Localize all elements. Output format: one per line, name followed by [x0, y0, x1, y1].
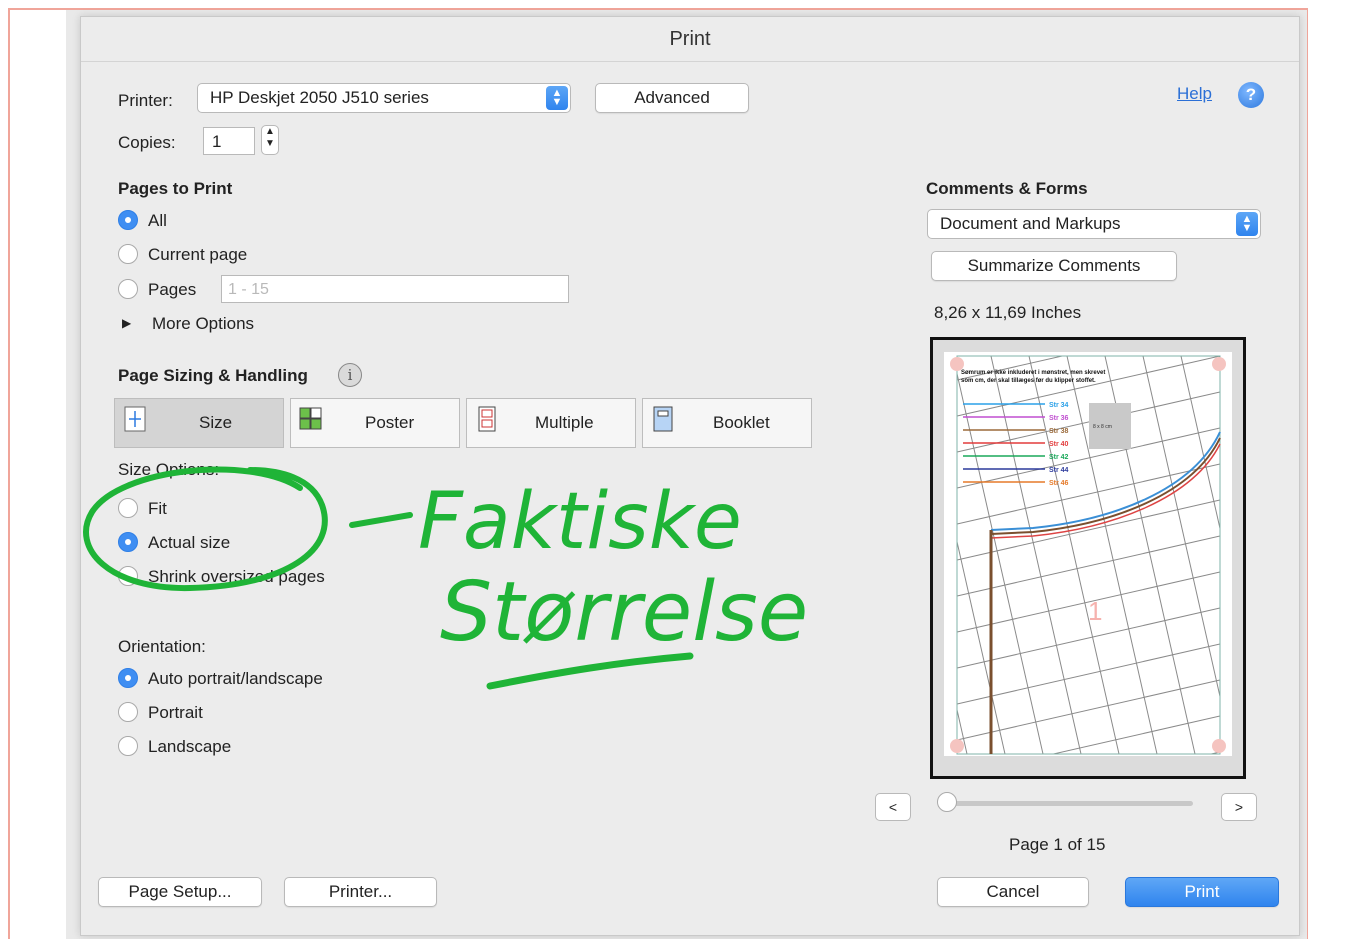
corner-mark — [1212, 739, 1226, 753]
page-preview: Sømrum er ikke inkluderet i mønstret, me… — [930, 337, 1246, 779]
booklet-icon — [653, 406, 673, 432]
help-icon[interactable]: ? — [1238, 82, 1264, 108]
preview-text-line1: Sømrum er ikke inkluderet i mønstret, me… — [961, 370, 1105, 376]
radio-shrink-oversized-label: Shrink oversized pages — [148, 567, 325, 586]
tab-booklet[interactable]: Booklet — [642, 398, 812, 448]
tab-multiple-label: Multiple — [535, 413, 594, 432]
page-slider-knob[interactable] — [937, 792, 957, 812]
paper-size-text: 8,26 x 11,69 Inches — [934, 303, 1082, 322]
pages-to-print-heading: Pages to Print — [118, 179, 233, 198]
multiple-icon — [478, 406, 496, 432]
info-icon[interactable]: i — [338, 363, 362, 387]
copies-label: Copies: — [118, 133, 176, 152]
radio-fit[interactable] — [118, 498, 138, 518]
tab-booklet-label: Booklet — [713, 413, 770, 432]
page-indicator: Page 1 of 15 — [1009, 835, 1106, 854]
radio-shrink-oversized[interactable] — [118, 566, 138, 586]
page-slider-track[interactable] — [943, 801, 1193, 806]
radio-fit-label: Fit — [148, 499, 167, 518]
radio-auto-orientation[interactable] — [118, 668, 138, 688]
radio-portrait-label: Portrait — [148, 703, 203, 722]
legend-label: Str 46 — [1049, 480, 1069, 487]
chevron-updown-icon: ▲ ▼ — [1236, 212, 1258, 236]
size-icon — [124, 406, 146, 432]
chevron-updown-icon: ▲ ▼ — [546, 86, 568, 110]
printer-label: Printer: — [118, 91, 173, 110]
tab-poster-label: Poster — [365, 413, 415, 432]
printer-select[interactable]: HP Deskjet 2050 J510 series ▲ ▼ — [197, 83, 571, 113]
next-page-button[interactable]: > — [1221, 793, 1257, 821]
comments-forms-heading: Comments & Forms — [926, 179, 1088, 198]
more-options-label[interactable]: More Options — [152, 314, 254, 334]
tab-size-label: Size — [199, 413, 233, 432]
radio-actual-size[interactable] — [118, 532, 138, 552]
advanced-button[interactable]: Advanced — [595, 83, 749, 113]
pages-range-placeholder: 1 - 15 — [228, 281, 269, 298]
legend-label: Str 40 — [1049, 441, 1069, 448]
printer-button[interactable]: Printer... — [284, 877, 437, 907]
legend-label: Str 42 — [1049, 454, 1069, 461]
print-button[interactable]: Print — [1125, 877, 1279, 907]
summarize-comments-button[interactable]: Summarize Comments — [931, 251, 1177, 281]
radio-portrait[interactable] — [118, 702, 138, 722]
comments-forms-select[interactable]: Document and Markups ▲ ▼ — [927, 209, 1261, 239]
page-setup-button[interactable]: Page Setup... — [98, 877, 262, 907]
poster-icon — [299, 407, 322, 430]
dialog-title: Print — [81, 17, 1299, 62]
prev-page-button[interactable]: < — [875, 793, 911, 821]
radio-pages-label: Pages — [148, 280, 197, 299]
tab-multiple[interactable]: Multiple — [466, 398, 636, 448]
printer-select-value: HP Deskjet 2050 J510 series — [210, 88, 429, 107]
comments-forms-value: Document and Markups — [940, 214, 1121, 233]
tab-size[interactable]: Size — [114, 398, 284, 448]
radio-pages[interactable] — [118, 279, 138, 299]
corner-mark — [1212, 357, 1226, 371]
corner-mark — [950, 357, 964, 371]
legend-label: Str 34 — [1049, 402, 1069, 409]
radio-all-label: All — [148, 211, 167, 230]
page-sizing-heading: Page Sizing & Handling — [118, 366, 308, 385]
legend-label: Str 36 — [1049, 415, 1069, 422]
preview-page: Sømrum er ikke inkluderet i mønstret, me… — [944, 352, 1232, 756]
scale-box-label: 8 x 8 cm — [1093, 424, 1112, 430]
copies-stepper[interactable]: ▲ ▼ — [261, 125, 279, 155]
preview-text-line2: som cm, der skal tillæges før du klipper… — [961, 378, 1096, 384]
preview-paper — [944, 352, 1232, 756]
pages-range-input[interactable]: 1 - 15 — [221, 275, 569, 303]
tab-poster[interactable]: Poster — [290, 398, 460, 448]
radio-landscape[interactable] — [118, 736, 138, 756]
radio-current-page[interactable] — [118, 244, 138, 264]
corner-mark — [950, 739, 964, 753]
disclosure-triangle-icon[interactable]: ▶ — [122, 316, 131, 330]
copies-value: 1 — [212, 132, 222, 151]
help-link[interactable]: Help — [1177, 84, 1212, 104]
legend-label: Str 38 — [1049, 428, 1069, 435]
size-options-label: Size Options: — [118, 460, 220, 479]
radio-all[interactable] — [118, 210, 138, 230]
radio-auto-orientation-label: Auto portrait/landscape — [148, 669, 323, 688]
radio-landscape-label: Landscape — [148, 737, 232, 756]
radio-current-page-label: Current page — [148, 245, 248, 264]
cancel-button[interactable]: Cancel — [937, 877, 1089, 907]
orientation-heading: Orientation: — [118, 637, 206, 656]
radio-actual-size-label: Actual size — [148, 533, 231, 552]
preview-page-mark: 1 — [1088, 596, 1102, 626]
legend-label: Str 44 — [1049, 467, 1069, 474]
copies-input[interactable]: 1 — [203, 127, 255, 155]
print-dialog: Print Printer: HP Deskjet 2050 J510 seri… — [80, 16, 1300, 936]
